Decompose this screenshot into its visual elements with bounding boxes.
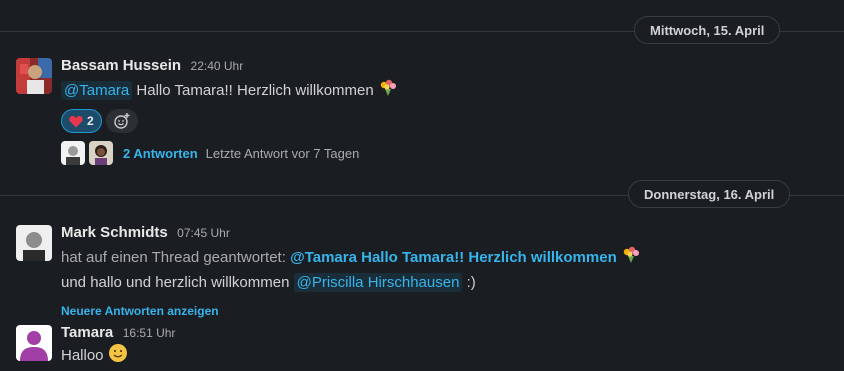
mention[interactable]: @Priscilla Hirschhausen [293, 273, 463, 292]
heart-icon [69, 115, 83, 128]
thread-replies-link[interactable]: 2 Antworten [123, 146, 198, 161]
message-text: und hallo und herzlich willkommen @Prisc… [61, 272, 828, 294]
add-emoji-icon [113, 112, 131, 130]
author-name[interactable]: Tamara [61, 324, 113, 341]
avatar[interactable] [16, 325, 52, 361]
reaction-count: 2 [87, 114, 94, 128]
author-name[interactable]: Mark Schmidts [61, 224, 168, 241]
thread-avatar-2 [89, 141, 113, 165]
author-name[interactable]: Bassam Hussein [61, 57, 181, 74]
reply-prefix: hat auf einen Thread geantwortet: [61, 249, 286, 266]
message-body: Halloo [61, 347, 104, 364]
add-reaction-button[interactable] [105, 109, 138, 133]
avatar[interactable] [16, 58, 52, 94]
thread-reply-line: hat auf einen Thread geantwortet: @Tamar… [61, 245, 828, 272]
quoted-thread-link[interactable]: @Tamara Hallo Tamara!! Herzlich willkomm… [290, 249, 617, 266]
message-body: Hallo Tamara!! Herzlich willkommen [136, 82, 374, 99]
message-content: Mark Schmidts 07:45 Uhr hat auf einen Th… [61, 223, 828, 320]
message-text: Halloo [61, 343, 828, 370]
date-pill[interactable]: Donnerstag, 16. April [628, 180, 791, 208]
timestamp[interactable]: 22:40 Uhr [191, 59, 244, 73]
bouquet-icon [378, 78, 398, 105]
bouquet-icon [621, 245, 641, 272]
reactions-bar: 2 [61, 109, 828, 133]
message-suffix: :) [466, 274, 476, 291]
date-divider-2: Donnerstag, 16. April [0, 180, 844, 210]
thread-last-reply: Letzte Antwort vor 7 Tagen [205, 145, 360, 161]
reaction-heart[interactable]: 2 [61, 109, 102, 133]
date-divider-1: Mittwoch, 15. April [0, 16, 844, 46]
thread-summary[interactable]: 2 Antworten Letzte Antwort vor 7 Tagen [61, 141, 828, 165]
mention[interactable]: @Tamara [61, 81, 133, 100]
message-content: Tamara 16:51 Uhr Halloo [61, 323, 828, 370]
thread-avatar-1 [61, 141, 85, 165]
show-newer-replies-link[interactable]: Neuere Antworten anzeigen [61, 302, 828, 320]
chat-pane: Mittwoch, 15. April Bassam Hussein 22:40… [0, 0, 844, 371]
smiley-icon [108, 343, 128, 370]
avatar[interactable] [16, 225, 52, 261]
message-body: und hallo und herzlich willkommen [61, 274, 290, 291]
date-pill[interactable]: Mittwoch, 15. April [634, 16, 781, 44]
message-text: @Tamara Hallo Tamara!! Herzlich willkomm… [61, 78, 828, 105]
timestamp[interactable]: 07:45 Uhr [177, 226, 230, 240]
timestamp[interactable]: 16:51 Uhr [123, 326, 176, 340]
message-content: Bassam Hussein 22:40 Uhr @Tamara Hallo T… [61, 56, 828, 165]
